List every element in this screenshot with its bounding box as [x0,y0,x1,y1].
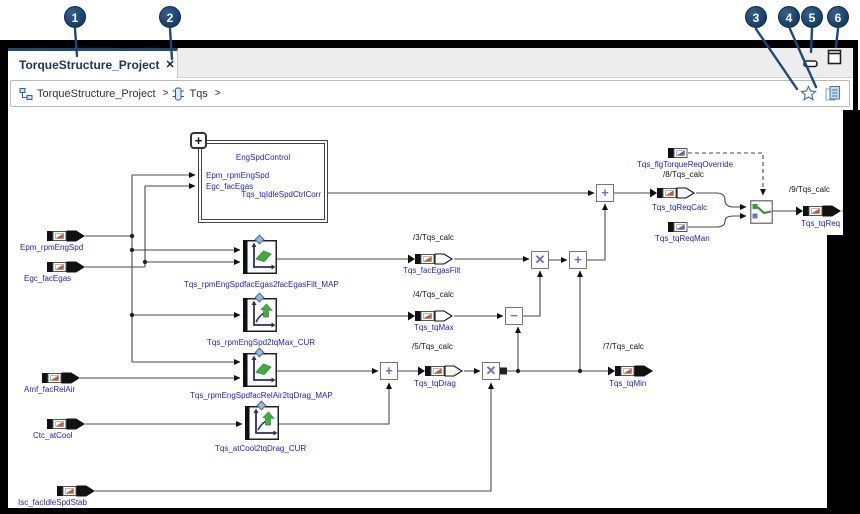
input-epm-rpmengspd[interactable] [47,229,86,243]
hierarchy-input-label: Epm_rpmEngSpd [206,171,270,180]
cur-rpmengspd2tqmax[interactable] [243,298,277,332]
input-ctc-atcool-label: Ctc_atCool [33,431,73,440]
window-border-right [853,40,858,112]
output-tqs-tqreq[interactable] [796,204,842,218]
add-op-drag[interactable]: + [380,362,398,380]
output-tqs-tqmin[interactable] [608,364,654,378]
signal-tqs-tqreqcalc-label: Tqs_tqReqCalc [652,203,708,212]
tab-torquestructure-project[interactable]: TorqueStructure_Project ✕ [8,48,178,78]
callout-badge-5: 5 [801,6,823,28]
output-tqs-tqmin-label: Tqs_tqMin [609,379,647,388]
input-epm-rpmengspd-label: Epm_rpmEngSpd [20,243,84,252]
signal-tqs-tqreqcalc[interactable] [650,186,696,200]
breadcrumb-separator: > [162,88,169,99]
signal-tqs-tqmax[interactable] [408,309,454,323]
documentation-figure: TorqueStructure_Project ✕ TorqueStructur… [0,0,860,514]
window-border-bottom [0,508,860,514]
copy-pages-icon[interactable] [825,85,841,102]
restore-button[interactable] [827,49,842,70]
mult-op-min[interactable]: ✕ [482,362,500,380]
add-op-idle[interactable]: + [596,184,614,202]
minimize-button[interactable] [803,55,819,73]
window-border-top [0,40,858,48]
seq-annotation-4: /4/Tqs_calc [413,290,454,299]
favorite-star-icon[interactable] [800,85,817,102]
seq-annotation-8: /8/Tqs_calc [663,170,704,179]
window-border-left [0,40,8,514]
callout-badge-6: 6 [827,6,849,28]
image-crop-black-lower [827,235,860,510]
callout-badge-4: 4 [778,6,800,28]
map-rpmengspdfacrelair2tqdrag[interactable] [243,353,277,387]
callout-badge-2: 2 [159,6,181,28]
signal-tqs-tqdrag[interactable] [418,364,464,378]
editor-tab-bar: TorqueStructure_Project ✕ [8,48,853,78]
component-icon [172,87,185,100]
image-crop-black-upper [843,110,860,235]
seq-annotation-3: /3/Tqs_calc [413,233,454,242]
breadcrumb-separator: > [214,88,221,99]
input-isc-facidlespdstab-label: Isc_facIdleSpdStab [18,498,87,507]
receive-tqs-tqreqman-label: Tqs_tqReqMan [655,234,710,243]
input-egc-facegas-label: Egc_facEgas [24,274,72,283]
cur-atcool2tqdrag-label: Tqs_atCool2tqDrag_CUR [215,444,307,453]
input-isc-facidlespdstab[interactable] [57,484,96,498]
map-rpmengspdfacegas2facegasfilt-label: Tqs_rpmEngSpdfacEgas2facEgasFilt_MAP [184,280,339,289]
breadcrumb: TorqueStructure_Project > Tqs > [10,80,850,107]
tab-title: TorqueStructure_Project [19,57,160,72]
signal-tqs-tqmax-label: Tqs_tqMax [414,323,454,332]
signal-tqs-facegasfilt[interactable] [408,252,454,266]
receive-tqs-flgtorquereqoverride[interactable] [668,146,688,160]
hierarchy-output-label: Tqs_tqIdleSpdCtrlCorr [241,190,321,199]
switch-block[interactable] [750,200,773,224]
breadcrumb-item-tqs[interactable]: Tqs [189,88,207,100]
cur-atcool2tqdrag[interactable] [245,406,279,440]
block-diagram-canvas[interactable]: Epm_rpmEngSpd Egc_facEgas Amf_facRelAir Ctc… [8,110,853,508]
project-diagram-icon [19,87,33,100]
input-amf-facrelair-label: Amf_facRelAir [24,385,76,394]
sub-op-max[interactable]: − [505,307,523,325]
map-rpmengspdfacegas2facegasfilt[interactable] [243,240,277,274]
receive-tqs-tqreqman[interactable] [668,220,688,234]
engspdcontrol-hierarchy-block[interactable]: EngSpdControl Epm_rpmEngSpd Egc_facEgas … [198,140,328,223]
hierarchy-title: EngSpdControl [235,153,291,162]
callout-badge-1: 1 [64,6,86,28]
seq-annotation-9: /9/Tqs_calc [789,185,830,194]
breadcrumb-item-project[interactable]: TorqueStructure_Project [37,88,156,100]
map-rpmengspdfacrelair2tqdrag-label: Tqs_rpmEngSpdfacRelAir2tqDrag_MAP [190,391,333,400]
receive-tqs-flgtorquereqoverride-label: Tqs_flgTorqueReqOverride [637,160,734,169]
output-tqs-tqreq-label: Tqs_tqReq [801,219,841,228]
input-egc-facegas[interactable] [47,260,86,274]
cur-rpmengspd2tqmax-label: Tqs_rpmEngSpd2tqMax_CUR [207,338,316,347]
add-op-egas[interactable]: + [569,251,587,269]
signal-tqs-facegasfilt-label: Tqs_facEgasFilt [403,266,461,275]
seq-annotation-5: /5/Tqs_calc [412,342,453,351]
hierarchy-expand-button[interactable]: + [190,132,207,149]
signal-tqs-tqdrag-label: Tqs_tqDrag [414,379,456,388]
input-ctc-atcool[interactable] [47,417,86,431]
input-amf-facrelair[interactable] [42,371,81,385]
mult-op-egas[interactable]: ✕ [531,251,549,269]
seq-annotation-7: /7/Tqs_calc [603,342,644,351]
callout-badge-3: 3 [745,6,767,28]
tab-close-icon[interactable]: ✕ [165,58,174,71]
